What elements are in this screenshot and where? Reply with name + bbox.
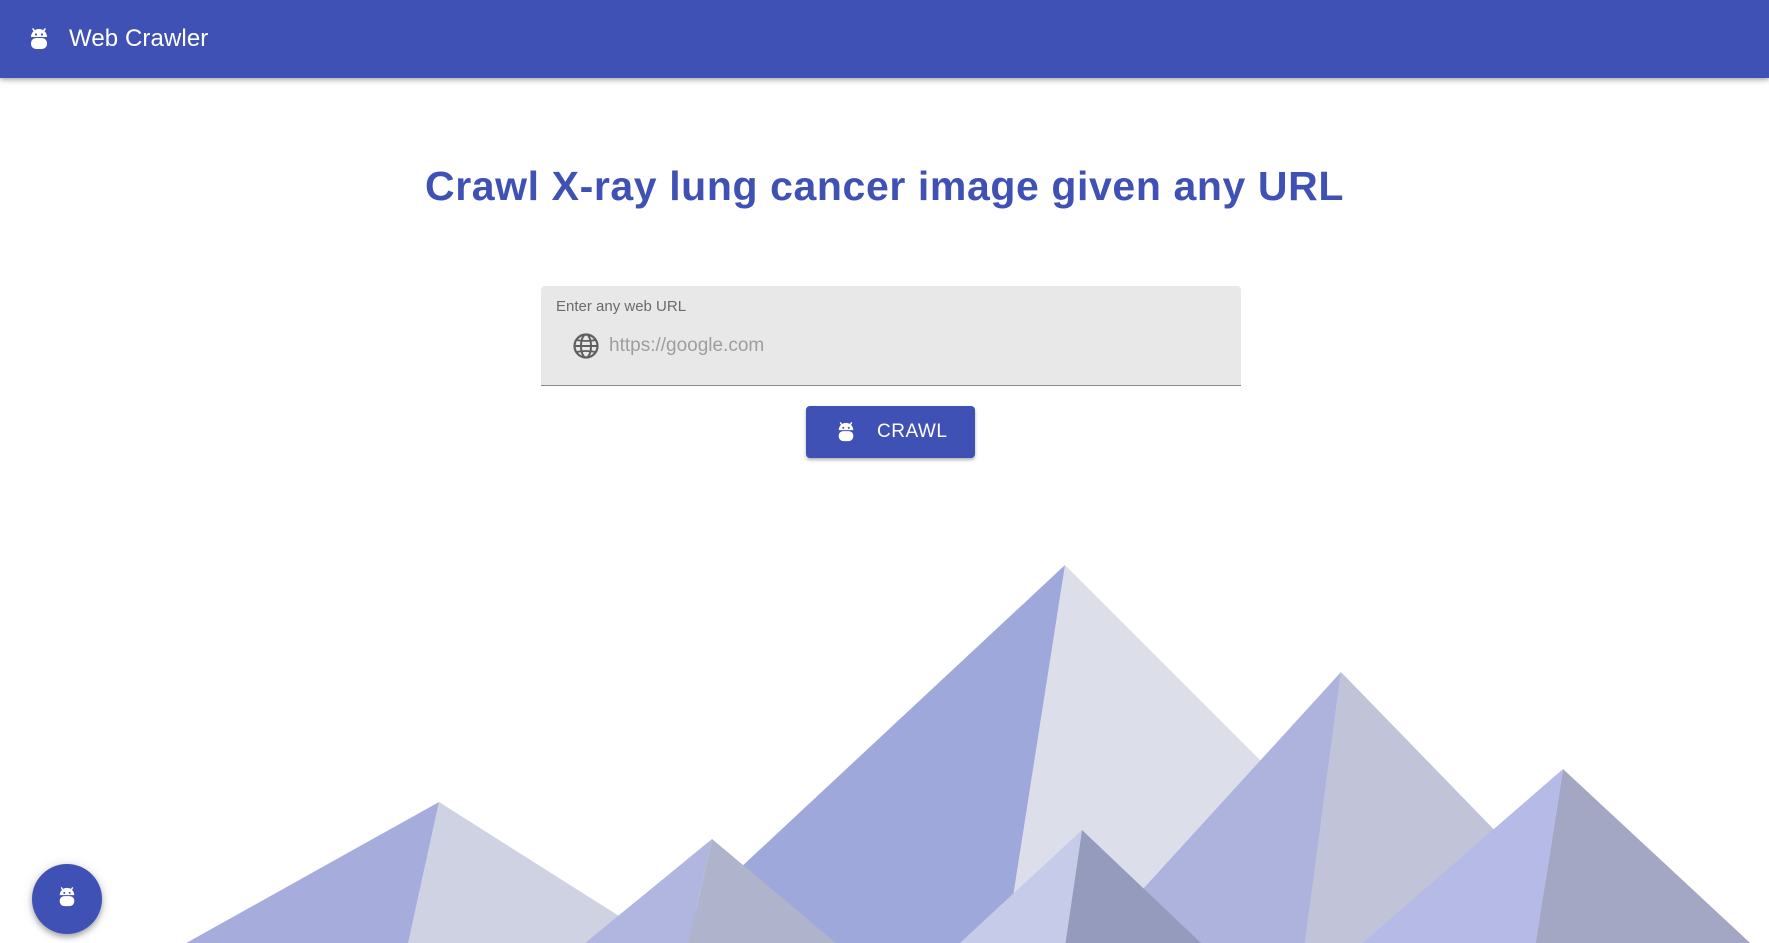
mountain-facet	[186, 802, 439, 943]
page-headline: Crawl X-ray lung cancer image given any …	[425, 163, 1344, 209]
app-bar: Web Crawler	[0, 0, 1769, 78]
globe-icon	[572, 332, 600, 360]
url-input[interactable]	[609, 330, 1209, 362]
crawl-button-label: CRAWL	[877, 421, 948, 442]
web-crawler-page: Web Crawler Crawl X-ray lung cancer imag…	[0, 0, 1769, 943]
android-icon	[28, 25, 50, 53]
mountains-illustration	[186, 565, 1751, 943]
mountain-facet	[1535, 769, 1751, 943]
url-field-label: Enter any web URL	[556, 298, 687, 315]
url-field[interactable]: Enter any web URL	[541, 286, 1241, 386]
app-title: Web Crawler	[69, 25, 209, 52]
crawl-button[interactable]: CRAWL	[806, 406, 975, 458]
android-icon	[836, 418, 856, 446]
android-icon	[57, 884, 77, 915]
floating-action-button[interactable]	[32, 864, 102, 934]
